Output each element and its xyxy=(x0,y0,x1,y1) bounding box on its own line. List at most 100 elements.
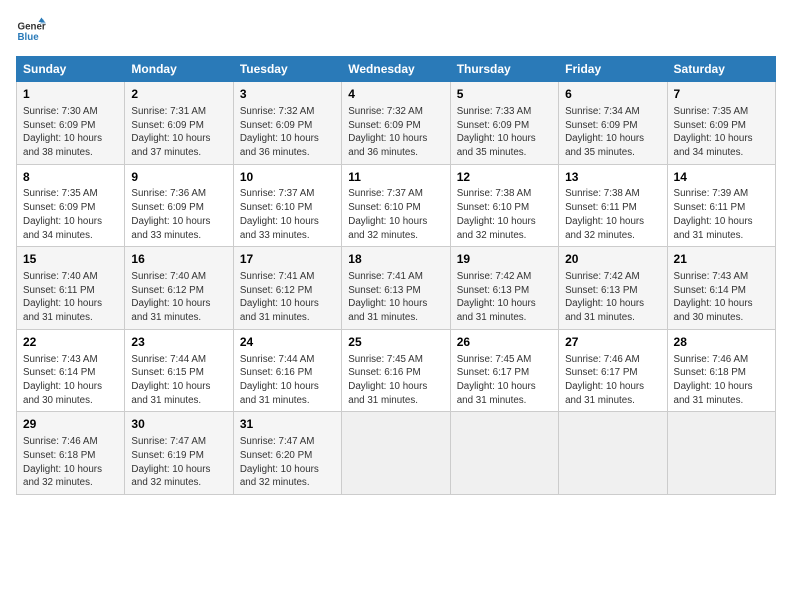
day-number: 3 xyxy=(240,86,335,103)
calendar-cell: 15 Sunrise: 7:40 AM Sunset: 6:11 PM Dayli… xyxy=(17,247,125,330)
day-info: Sunrise: 7:43 AM Sunset: 6:14 PM Dayligh… xyxy=(23,353,118,408)
day-info: Sunrise: 7:35 AM Sunset: 6:09 PM Dayligh… xyxy=(23,187,118,242)
calendar-header: SundayMondayTuesdayWednesdayThursdayFrid… xyxy=(17,57,776,82)
day-number: 5 xyxy=(457,86,552,103)
calendar-row: 1Sunrise: 7:30 AM Sunset: 6:09 PM Daylig… xyxy=(17,82,776,165)
day-number: 7 xyxy=(674,86,769,103)
day-number: 17 xyxy=(240,251,335,268)
day-info: Sunrise: 7:37 AM Sunset: 6:10 PM Dayligh… xyxy=(240,187,335,242)
day-number: 4 xyxy=(348,86,443,103)
day-number: 13 xyxy=(565,169,660,186)
calendar-cell xyxy=(342,412,450,495)
day-info: Sunrise: 7:44 AM Sunset: 6:15 PM Dayligh… xyxy=(131,353,226,408)
calendar-cell: 25 Sunrise: 7:45 AM Sunset: 6:16 PM Dayli… xyxy=(342,329,450,412)
day-info: Sunrise: 7:35 AM Sunset: 6:09 PM Dayligh… xyxy=(674,105,769,160)
calendar-cell: 14Sunrise: 7:39 AM Sunset: 6:11 PM Dayli… xyxy=(667,164,775,247)
calendar-table: SundayMondayTuesdayWednesdayThursdayFrid… xyxy=(16,56,776,495)
day-info: Sunrise: 7:43 AM Sunset: 6:14 PM Dayligh… xyxy=(674,270,769,325)
day-info: Sunrise: 7:44 AM Sunset: 6:16 PM Dayligh… xyxy=(240,353,335,408)
calendar-row: 15 Sunrise: 7:40 AM Sunset: 6:11 PM Dayli… xyxy=(17,247,776,330)
calendar-cell: 13Sunrise: 7:38 AM Sunset: 6:11 PM Dayli… xyxy=(559,164,667,247)
calendar-body: 1Sunrise: 7:30 AM Sunset: 6:09 PM Daylig… xyxy=(17,82,776,495)
day-info: Sunrise: 7:36 AM Sunset: 6:09 PM Dayligh… xyxy=(131,187,226,242)
day-number: 15 xyxy=(23,251,118,268)
day-info: Sunrise: 7:42 AM Sunset: 6:13 PM Dayligh… xyxy=(457,270,552,325)
calendar-cell: 26Sunrise: 7:45 AM Sunset: 6:17 PM Dayli… xyxy=(450,329,558,412)
calendar-cell: 18 Sunrise: 7:41 AM Sunset: 6:13 PM Dayli… xyxy=(342,247,450,330)
header-row: SundayMondayTuesdayWednesdayThursdayFrid… xyxy=(17,57,776,82)
calendar-cell: 6 Sunrise: 7:34 AM Sunset: 6:09 PM Daylig… xyxy=(559,82,667,165)
calendar-cell: 4Sunrise: 7:32 AM Sunset: 6:09 PM Daylig… xyxy=(342,82,450,165)
day-info: Sunrise: 7:39 AM Sunset: 6:11 PM Dayligh… xyxy=(674,187,769,242)
day-number: 16 xyxy=(131,251,226,268)
header-day: Wednesday xyxy=(342,57,450,82)
calendar-page: General Blue SundayMondayTuesdayWednesda… xyxy=(0,0,792,612)
day-info: Sunrise: 7:38 AM Sunset: 6:10 PM Dayligh… xyxy=(457,187,552,242)
calendar-cell: 10Sunrise: 7:37 AM Sunset: 6:10 PM Dayli… xyxy=(233,164,341,247)
header-day: Tuesday xyxy=(233,57,341,82)
day-number: 28 xyxy=(674,334,769,351)
day-info: Sunrise: 7:33 AM Sunset: 6:09 PM Dayligh… xyxy=(457,105,552,160)
day-info: Sunrise: 7:47 AM Sunset: 6:19 PM Dayligh… xyxy=(131,435,226,490)
day-info: Sunrise: 7:30 AM Sunset: 6:09 PM Dayligh… xyxy=(23,105,118,160)
calendar-cell xyxy=(450,412,558,495)
calendar-cell: 1Sunrise: 7:30 AM Sunset: 6:09 PM Daylig… xyxy=(17,82,125,165)
day-number: 22 xyxy=(23,334,118,351)
day-number: 20 xyxy=(565,251,660,268)
day-number: 2 xyxy=(131,86,226,103)
calendar-cell: 19 Sunrise: 7:42 AM Sunset: 6:13 PM Dayli… xyxy=(450,247,558,330)
calendar-cell: 31Sunrise: 7:47 AM Sunset: 6:20 PM Dayli… xyxy=(233,412,341,495)
day-number: 19 xyxy=(457,251,552,268)
calendar-cell xyxy=(667,412,775,495)
calendar-cell: 30 Sunrise: 7:47 AM Sunset: 6:19 PM Dayli… xyxy=(125,412,233,495)
day-info: Sunrise: 7:37 AM Sunset: 6:10 PM Dayligh… xyxy=(348,187,443,242)
day-number: 9 xyxy=(131,169,226,186)
day-info: Sunrise: 7:41 AM Sunset: 6:12 PM Dayligh… xyxy=(240,270,335,325)
calendar-cell: 9Sunrise: 7:36 AM Sunset: 6:09 PM Daylig… xyxy=(125,164,233,247)
day-number: 30 xyxy=(131,416,226,433)
header: General Blue xyxy=(16,16,776,46)
day-info: Sunrise: 7:42 AM Sunset: 6:13 PM Dayligh… xyxy=(565,270,660,325)
calendar-row: 22 Sunrise: 7:43 AM Sunset: 6:14 PM Dayli… xyxy=(17,329,776,412)
day-info: Sunrise: 7:45 AM Sunset: 6:16 PM Dayligh… xyxy=(348,353,443,408)
day-info: Sunrise: 7:38 AM Sunset: 6:11 PM Dayligh… xyxy=(565,187,660,242)
day-number: 26 xyxy=(457,334,552,351)
calendar-cell: 8Sunrise: 7:35 AM Sunset: 6:09 PM Daylig… xyxy=(17,164,125,247)
svg-text:Blue: Blue xyxy=(18,32,40,43)
day-number: 6 xyxy=(565,86,660,103)
calendar-cell: 28 Sunrise: 7:46 AM Sunset: 6:18 PM Dayli… xyxy=(667,329,775,412)
day-info: Sunrise: 7:46 AM Sunset: 6:18 PM Dayligh… xyxy=(23,435,118,490)
logo: General Blue xyxy=(16,16,40,46)
calendar-cell: 23 Sunrise: 7:44 AM Sunset: 6:15 PM Dayli… xyxy=(125,329,233,412)
day-info: Sunrise: 7:32 AM Sunset: 6:09 PM Dayligh… xyxy=(240,105,335,160)
day-info: Sunrise: 7:40 AM Sunset: 6:11 PM Dayligh… xyxy=(23,270,118,325)
day-number: 11 xyxy=(348,169,443,186)
calendar-cell: 24Sunrise: 7:44 AM Sunset: 6:16 PM Dayli… xyxy=(233,329,341,412)
day-info: Sunrise: 7:46 AM Sunset: 6:17 PM Dayligh… xyxy=(565,353,660,408)
day-info: Sunrise: 7:40 AM Sunset: 6:12 PM Dayligh… xyxy=(131,270,226,325)
header-day: Friday xyxy=(559,57,667,82)
day-number: 23 xyxy=(131,334,226,351)
day-info: Sunrise: 7:46 AM Sunset: 6:18 PM Dayligh… xyxy=(674,353,769,408)
calendar-cell: 11Sunrise: 7:37 AM Sunset: 6:10 PM Dayli… xyxy=(342,164,450,247)
day-number: 25 xyxy=(348,334,443,351)
calendar-cell: 2 Sunrise: 7:31 AM Sunset: 6:09 PM Daylig… xyxy=(125,82,233,165)
header-day: Sunday xyxy=(17,57,125,82)
day-info: Sunrise: 7:41 AM Sunset: 6:13 PM Dayligh… xyxy=(348,270,443,325)
calendar-cell: 27 Sunrise: 7:46 AM Sunset: 6:17 PM Dayli… xyxy=(559,329,667,412)
logo-icon: General Blue xyxy=(16,16,46,46)
calendar-cell: 5 Sunrise: 7:33 AM Sunset: 6:09 PM Daylig… xyxy=(450,82,558,165)
day-number: 18 xyxy=(348,251,443,268)
day-info: Sunrise: 7:34 AM Sunset: 6:09 PM Dayligh… xyxy=(565,105,660,160)
day-info: Sunrise: 7:31 AM Sunset: 6:09 PM Dayligh… xyxy=(131,105,226,160)
day-number: 31 xyxy=(240,416,335,433)
calendar-cell: 21Sunrise: 7:43 AM Sunset: 6:14 PM Dayli… xyxy=(667,247,775,330)
calendar-cell: 20 Sunrise: 7:42 AM Sunset: 6:13 PM Dayli… xyxy=(559,247,667,330)
calendar-cell: 29Sunrise: 7:46 AM Sunset: 6:18 PM Dayli… xyxy=(17,412,125,495)
day-number: 12 xyxy=(457,169,552,186)
day-number: 27 xyxy=(565,334,660,351)
day-number: 8 xyxy=(23,169,118,186)
calendar-cell: 16 Sunrise: 7:40 AM Sunset: 6:12 PM Dayli… xyxy=(125,247,233,330)
day-number: 14 xyxy=(674,169,769,186)
calendar-cell: 12Sunrise: 7:38 AM Sunset: 6:10 PM Dayli… xyxy=(450,164,558,247)
